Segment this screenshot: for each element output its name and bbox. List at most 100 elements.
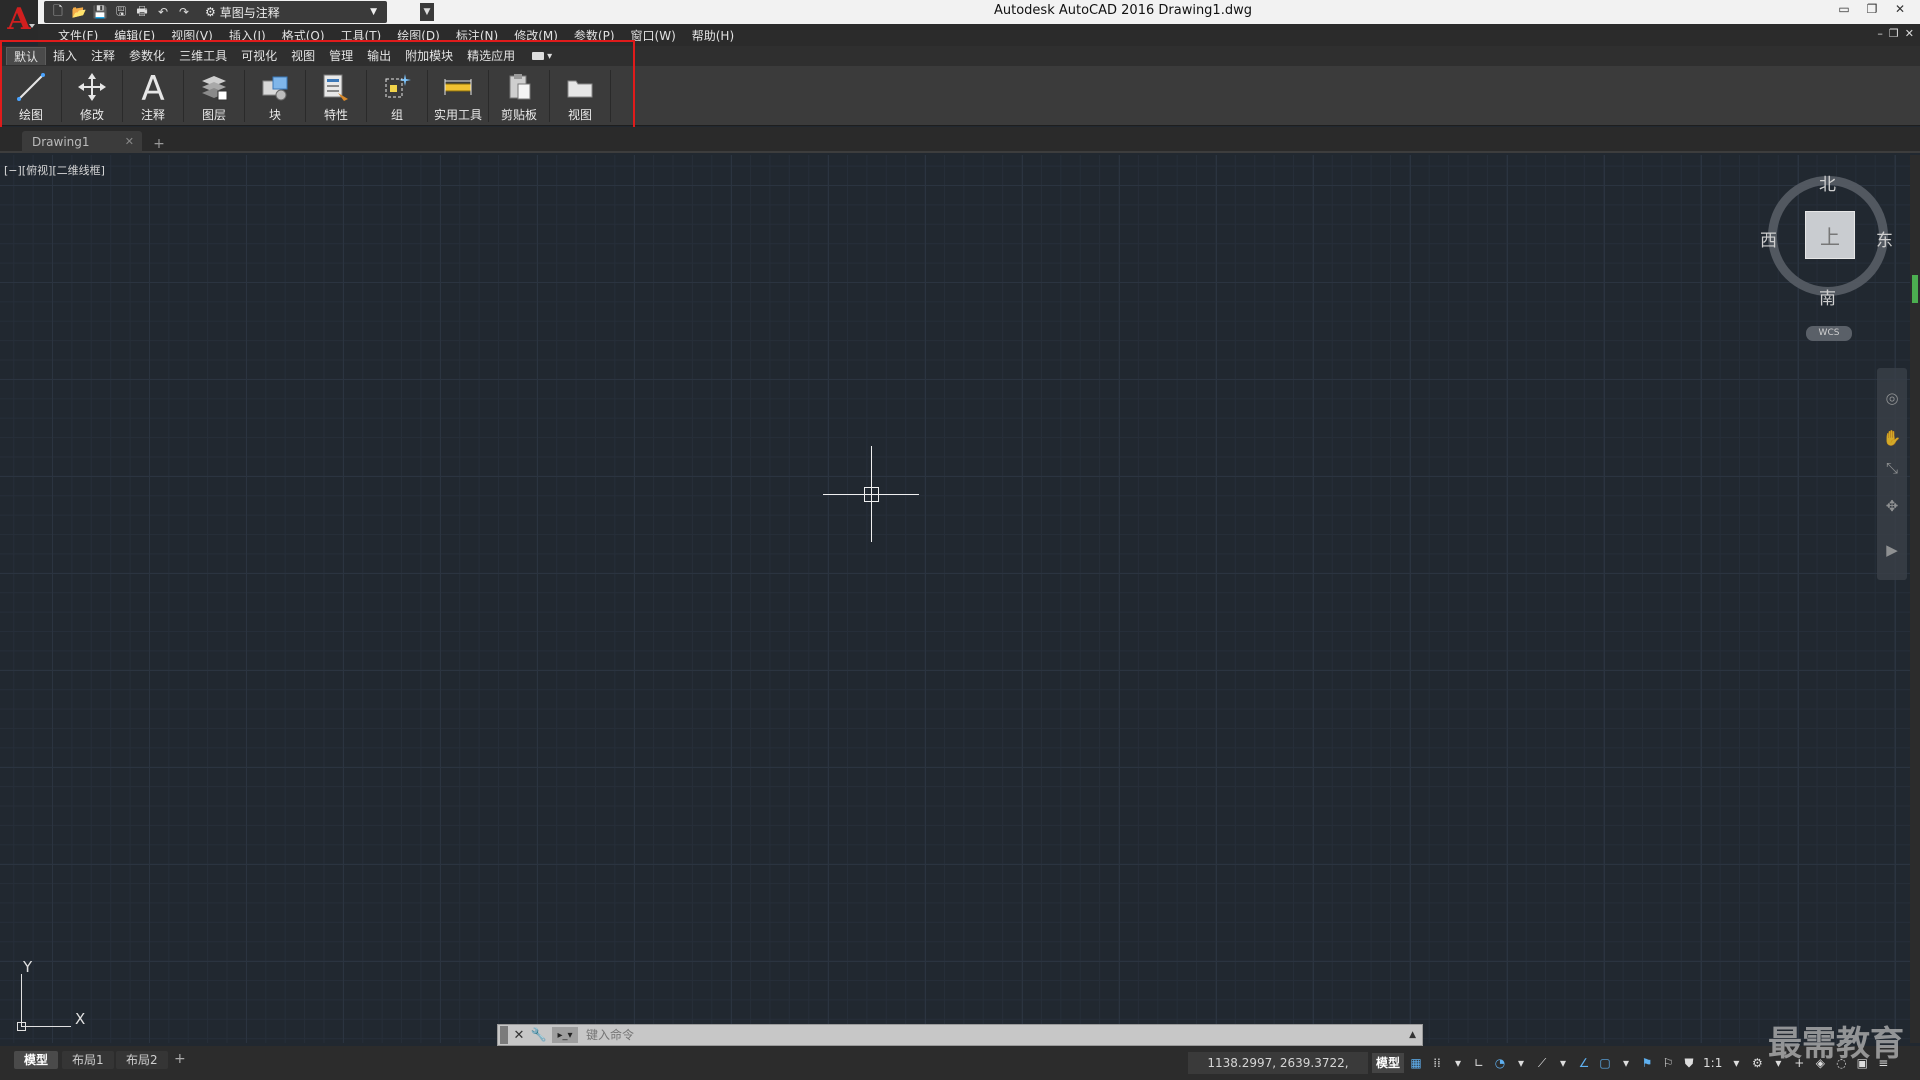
compass-west[interactable]: 西 <box>1760 226 1777 251</box>
save-icon[interactable]: 💾 <box>92 4 108 20</box>
compass-north[interactable]: 北 <box>1819 170 1836 195</box>
close-button[interactable]: ✕ <box>1890 1 1910 17</box>
panel-block-label: 块 <box>268 108 281 122</box>
command-input[interactable] <box>586 1028 1366 1042</box>
wrench-icon[interactable]: 🔧 <box>530 1026 548 1044</box>
showmotion-icon[interactable]: ▶ <box>1882 540 1902 560</box>
panel-clipboard-button[interactable]: 剪贴板 <box>490 68 548 124</box>
layout-tab-layout2[interactable]: 布局2 <box>116 1051 168 1069</box>
isometric-icon[interactable]: ⟋ <box>1533 1053 1551 1073</box>
maximize-button[interactable]: ❐ <box>1862 1 1882 17</box>
chevron-down-icon[interactable]: ▾ <box>1554 1053 1572 1073</box>
minimize-button[interactable]: ▭ <box>1834 1 1854 17</box>
ortho-icon[interactable]: ∟ <box>1470 1053 1488 1073</box>
layout-tab-layout1[interactable]: 布局1 <box>62 1051 114 1069</box>
menu-file[interactable]: 文件(F) <box>50 27 106 44</box>
chevron-down-icon[interactable]: ▾ <box>1449 1053 1467 1073</box>
gear-icon[interactable]: ⚙ <box>1748 1053 1766 1073</box>
menu-window[interactable]: 窗口(W) <box>623 27 684 44</box>
drawing-area[interactable] <box>0 155 1910 1043</box>
tab-visualize[interactable]: 可视化 <box>234 47 284 65</box>
polar-tracking-icon[interactable]: ◔ <box>1491 1053 1509 1073</box>
compass-east[interactable]: 东 <box>1876 226 1893 251</box>
print-icon[interactable]: 🖶 <box>134 4 150 20</box>
viewcube-top-face[interactable]: 上 <box>1805 211 1855 259</box>
panel-layers-button[interactable]: 图层 <box>185 68 243 124</box>
layout-tab-model[interactable]: 模型 <box>14 1051 59 1069</box>
viewcube[interactable]: 上 北 南 东 西 <box>1760 175 1893 309</box>
annotation-scale-icon[interactable]: ⛊ <box>1680 1053 1698 1073</box>
panel-properties-button[interactable]: 特性 <box>307 68 365 124</box>
tab-addins[interactable]: 附加模块 <box>398 47 460 65</box>
add-layout-button[interactable]: + <box>174 1051 186 1067</box>
menu-draw[interactable]: 绘图(D) <box>389 27 448 44</box>
pan-icon[interactable]: ✋ <box>1882 428 1902 448</box>
chevron-down-icon[interactable]: ▾ <box>1727 1053 1745 1073</box>
menu-view[interactable]: 视图(V) <box>163 27 221 44</box>
command-line-grip[interactable] <box>500 1026 508 1044</box>
panel-utilities-button[interactable]: 实用工具 <box>429 68 487 124</box>
new-tab-button[interactable]: + <box>150 136 168 152</box>
vertical-scrollbar[interactable] <box>1910 155 1920 1043</box>
coordinate-display[interactable]: 1138.2997, 2639.3722, 0.0000 <box>1188 1052 1368 1080</box>
open-icon[interactable]: 📂 <box>71 4 87 20</box>
tab-3d-tools[interactable]: 三维工具 <box>172 47 234 65</box>
doc-restore-button[interactable]: ❐ <box>1889 27 1899 40</box>
menu-format[interactable]: 格式(O) <box>274 27 333 44</box>
new-icon[interactable]: 🗋 <box>50 4 66 20</box>
tab-manage[interactable]: 管理 <box>322 47 360 65</box>
annotation-visibility-icon[interactable]: ⚑ <box>1638 1053 1656 1073</box>
close-icon[interactable]: ✕ <box>125 131 134 153</box>
tab-featured-apps[interactable]: 精选应用 <box>460 47 522 65</box>
panel-group-button[interactable]: 组 <box>368 68 426 124</box>
menu-edit[interactable]: 编辑(E) <box>106 27 163 44</box>
grid-icon[interactable]: ▦ <box>1407 1053 1425 1073</box>
wcs-menu[interactable]: WCS <box>1806 326 1852 341</box>
menu-parametric[interactable]: 参数(P) <box>566 27 623 44</box>
chevron-up-icon[interactable]: ▲ <box>1409 1030 1416 1040</box>
recent-commands-button[interactable]: ▸_▾ <box>552 1027 578 1043</box>
workspace-dropdown[interactable]: ⚙ 草图与注释 ▼ <box>201 3 381 21</box>
customize-qat-button[interactable]: ▼ <box>420 3 434 21</box>
object-snap-icon[interactable]: ▢ <box>1596 1053 1614 1073</box>
ribbon-display-options-button[interactable]: ▾ <box>532 51 552 62</box>
auto-scale-icon[interactable]: ⚐ <box>1659 1053 1677 1073</box>
chevron-down-icon[interactable]: ▾ <box>1512 1053 1530 1073</box>
saveas-icon[interactable]: 🖫 <box>113 4 129 20</box>
chevron-down-icon[interactable]: ▾ <box>1617 1053 1635 1073</box>
panel-view-button[interactable]: 视图 <box>551 68 609 124</box>
tab-output[interactable]: 输出 <box>360 47 398 65</box>
object-snap-tracking-icon[interactable]: ∠ <box>1575 1053 1593 1073</box>
undo-icon[interactable]: ↶ <box>155 4 171 20</box>
snap-icon[interactable]: ⁞⁞ <box>1428 1053 1446 1073</box>
annotation-scale-value[interactable]: 1:1 <box>1701 1053 1724 1073</box>
orbit-icon[interactable]: ✥ <box>1882 496 1902 516</box>
panel-draw-button[interactable]: 绘图 <box>2 68 60 124</box>
tab-default[interactable]: 默认 <box>6 47 47 65</box>
zoom-icon[interactable]: ⤡ <box>1882 458 1902 478</box>
doc-close-button[interactable]: ✕ <box>1905 27 1914 40</box>
menu-tools[interactable]: 工具(T) <box>333 27 390 44</box>
redo-icon[interactable]: ↷ <box>176 4 192 20</box>
menu-dimension[interactable]: 标注(N) <box>448 27 506 44</box>
menu-insert[interactable]: 插入(I) <box>221 27 274 44</box>
menu-modify[interactable]: 修改(M) <box>506 27 566 44</box>
close-icon[interactable]: ✕ <box>510 1026 528 1044</box>
viewport-controls[interactable]: [−][俯视][二维线框] <box>4 162 105 178</box>
steering-wheel-icon[interactable]: ◎ <box>1882 388 1902 408</box>
compass-south[interactable]: 南 <box>1819 284 1836 309</box>
tab-parametric[interactable]: 参数化 <box>122 47 172 65</box>
tab-insert[interactable]: 插入 <box>46 47 84 65</box>
menu-help[interactable]: 帮助(H) <box>684 27 742 44</box>
tab-annotate[interactable]: 注释 <box>84 47 122 65</box>
file-tab-drawing1[interactable]: Drawing1 ✕ <box>22 131 142 153</box>
panel-annotate-button[interactable]: A 注释 <box>124 68 182 124</box>
panel-block-button[interactable]: 块 <box>246 68 304 124</box>
autocad-logo-icon: A <box>7 2 31 37</box>
doc-minimize-button[interactable]: – <box>1877 27 1883 40</box>
tab-view[interactable]: 视图 <box>284 47 322 65</box>
model-space-toggle[interactable]: 模型 <box>1372 1053 1405 1073</box>
application-menu-button[interactable]: A <box>0 0 38 40</box>
scroll-thumb[interactable] <box>1912 275 1918 303</box>
panel-modify-button[interactable]: 修改 <box>63 68 121 124</box>
